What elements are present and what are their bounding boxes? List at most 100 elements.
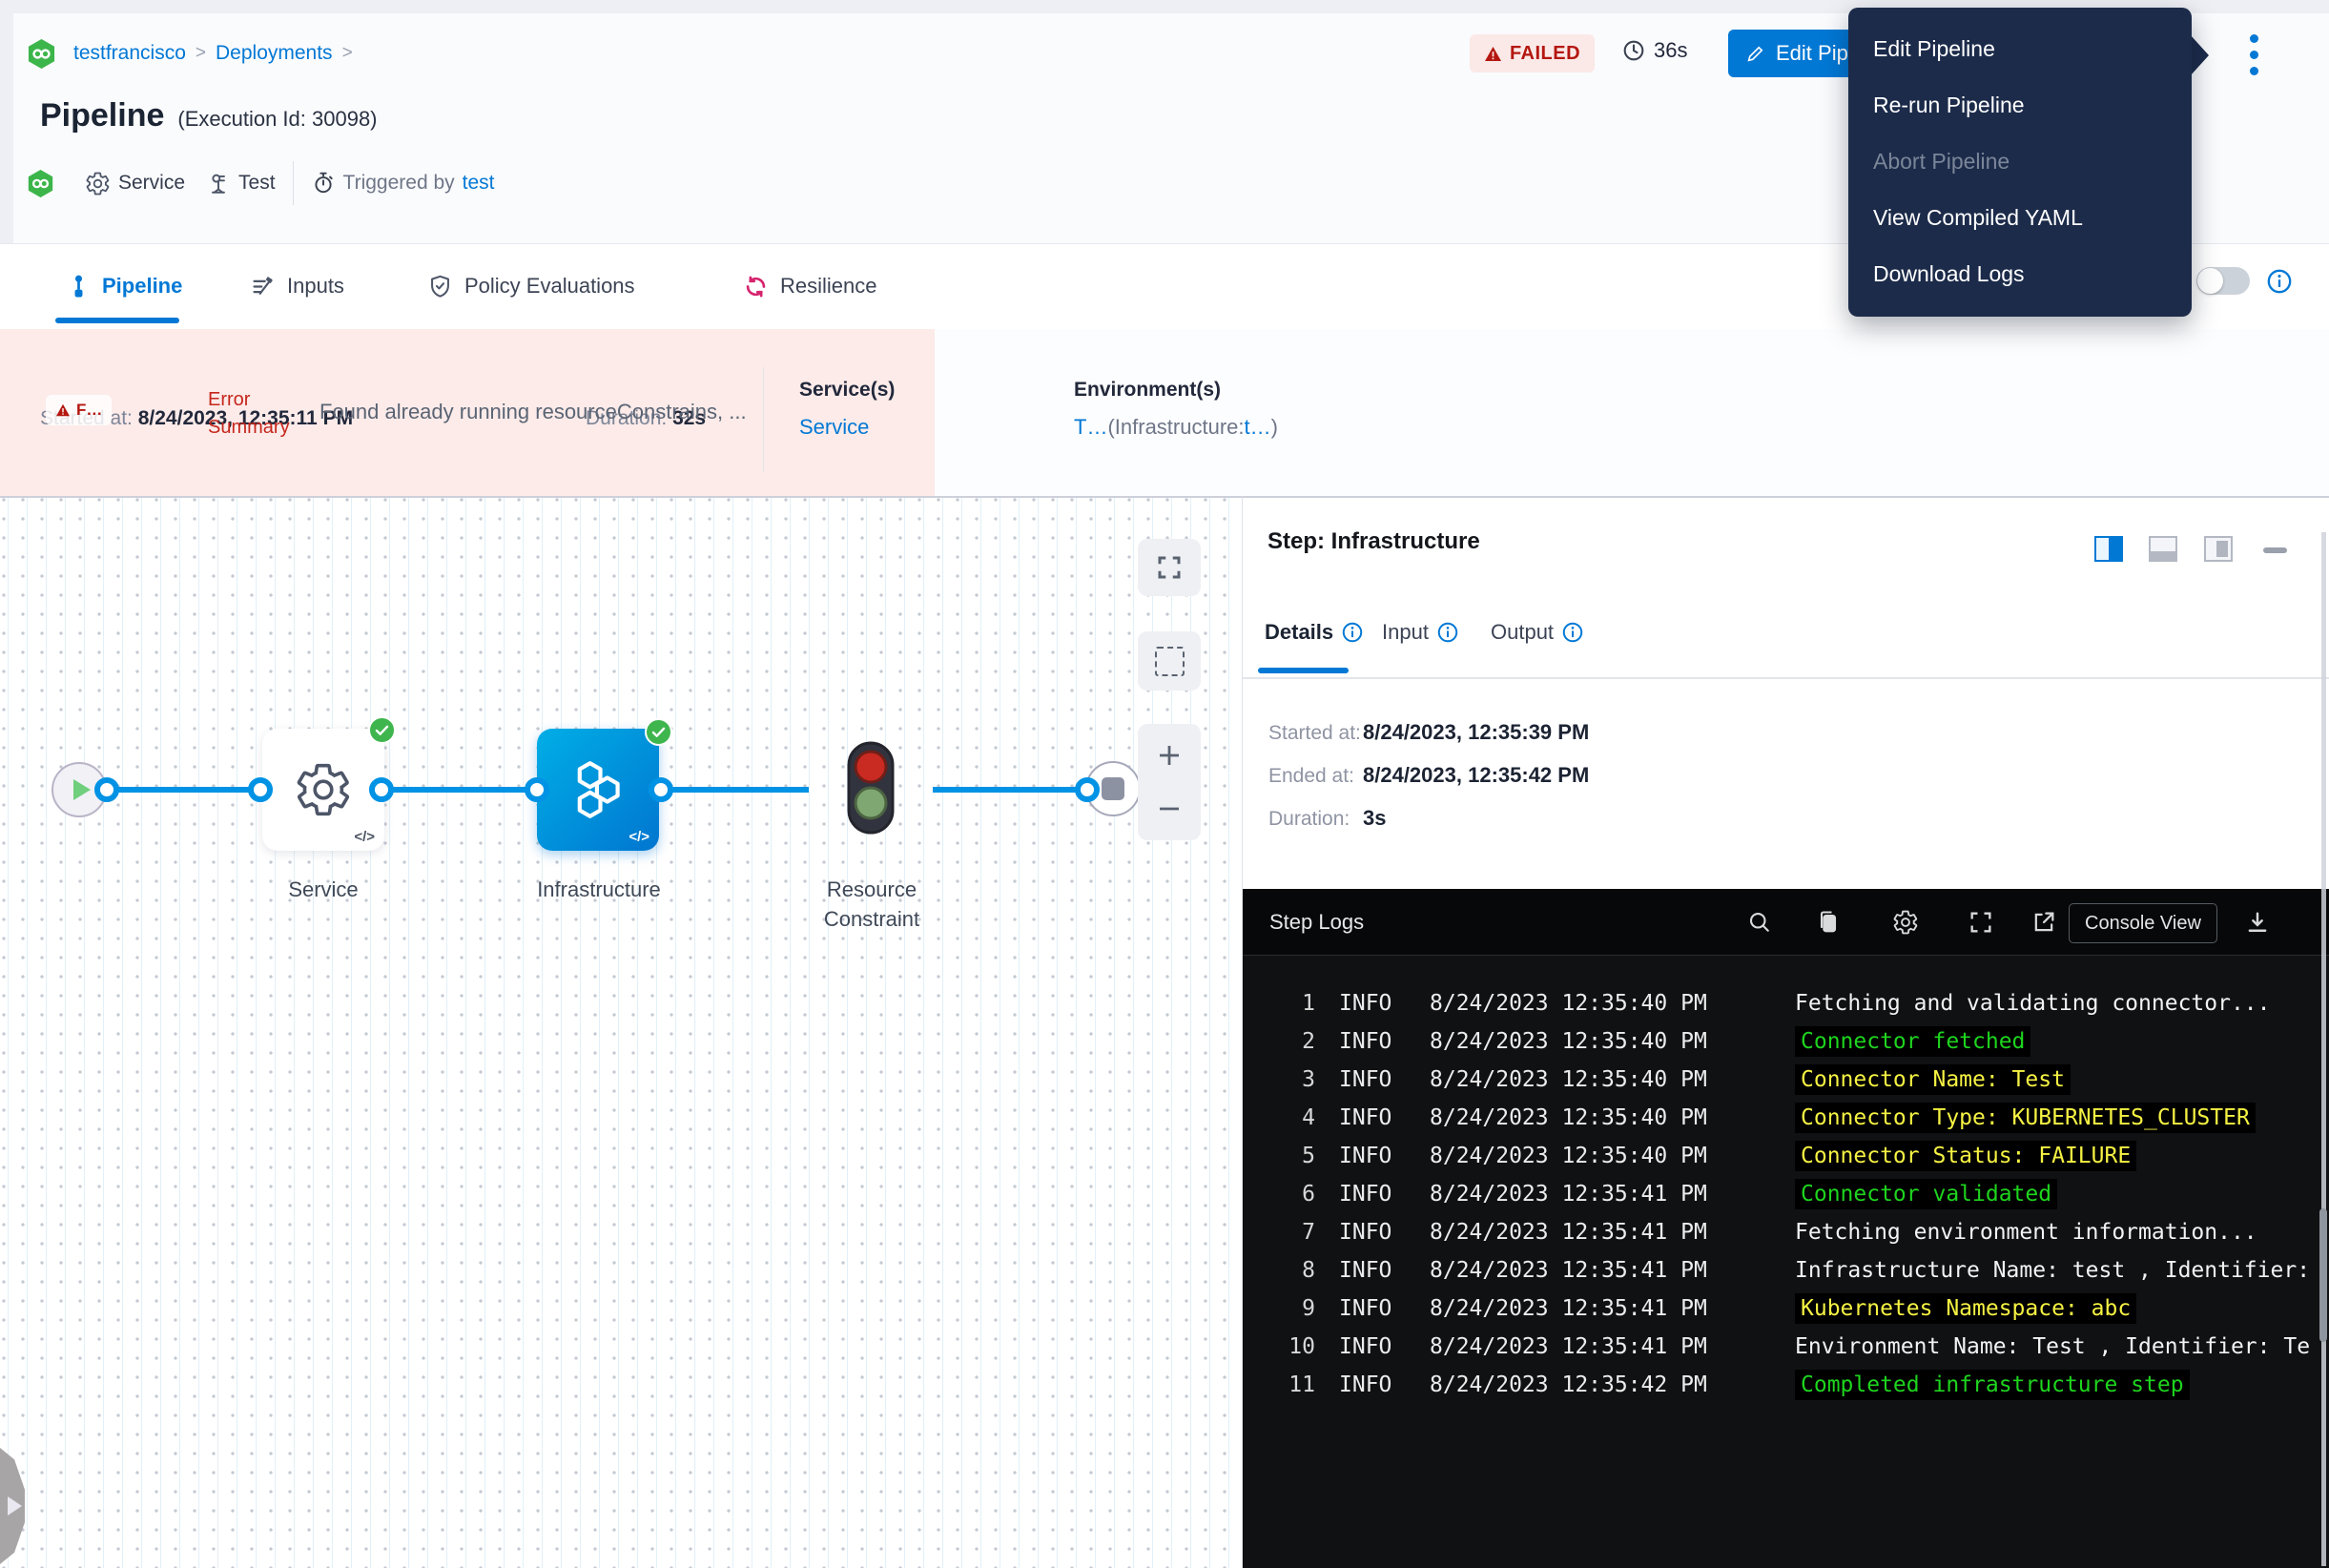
layout-bottom-panel-button[interactable] [2149, 536, 2177, 562]
pipeline-canvas[interactable]: </> </> Service [0, 496, 1242, 1568]
test-name: Test [238, 172, 276, 195]
gear-icon [294, 760, 353, 819]
resilience-icon [743, 274, 769, 299]
tab-output[interactable]: Output [1491, 620, 1583, 645]
pipeline-actions-menu: Edit Pipeline Re-run Pipeline Abort Pipe… [1848, 8, 2192, 317]
multi-select-button[interactable] [1138, 631, 1201, 691]
tab-label: Pipeline [102, 274, 182, 299]
layout-right-panel-button[interactable] [2094, 536, 2123, 562]
tab-inputs[interactable]: Inputs [250, 244, 344, 328]
triggered-by-user-link[interactable]: test [463, 172, 495, 195]
error-status-chip: F… [46, 395, 112, 425]
traffic-light-icon [847, 741, 895, 835]
node-service[interactable]: </> [262, 729, 384, 851]
zoom-controls[interactable] [1138, 724, 1201, 840]
code-badge: </> [354, 829, 375, 845]
harness-logo-icon [27, 38, 56, 70]
services-label: Service(s) [799, 379, 895, 402]
fit-to-screen-button[interactable] [1138, 539, 1201, 596]
breadcrumb-deployments-link[interactable]: Deployments [216, 42, 333, 65]
info-icon[interactable] [1562, 622, 1583, 643]
elapsed-value: 36s [1654, 38, 1687, 63]
layout-floating-panel-button[interactable] [2204, 536, 2233, 562]
panel-scrollbar-thumb[interactable] [2319, 1208, 2327, 1342]
log-lines: 1INFO8/24/2023 12:35:40 PMFetching and v… [1243, 984, 2329, 1404]
environment-link[interactable]: T… [1074, 415, 1107, 439]
service-name: Service [118, 172, 185, 195]
tab-label: Output [1491, 620, 1554, 645]
step-logs-title: Step Logs [1269, 910, 1364, 935]
breadcrumb: testfrancisco > Deployments > [27, 38, 353, 69]
connector-port [525, 777, 549, 802]
step-logs-console[interactable]: 1INFO8/24/2023 12:35:40 PMFetching and v… [1243, 956, 2329, 1568]
fullscreen-icon [1155, 553, 1184, 582]
detail-ended-value: 8/24/2023, 12:35:42 PM [1363, 763, 1589, 788]
connector-port [1075, 777, 1100, 802]
gear-icon[interactable] [1892, 909, 1919, 936]
tab-details[interactable]: Details [1265, 620, 1363, 645]
panel-scrollbar-track[interactable] [2321, 532, 2326, 1566]
step-logs-header: Step Logs Console View [1243, 889, 2329, 956]
pipeline-icon [67, 274, 91, 299]
menu-item-view-compiled-yaml[interactable]: View Compiled YAML [1848, 190, 2192, 246]
active-tab-underline [1258, 668, 1349, 673]
debug-toggle[interactable] [2196, 267, 2250, 295]
tab-policy-evaluations[interactable]: Policy Evaluations [427, 244, 635, 328]
zoom-out-icon[interactable] [1155, 794, 1184, 823]
environment-paren: ) [1271, 415, 1278, 439]
minimize-panel-button[interactable] [2263, 547, 2287, 553]
gear-icon [85, 171, 111, 196]
error-summary-message: Found already running resourceConstrains… [319, 400, 930, 424]
elapsed-time: 36s [1621, 38, 1687, 63]
open-in-new-icon[interactable] [2030, 909, 2057, 936]
pipeline-execution-page: testfrancisco > Deployments > Pipeline (… [0, 0, 2329, 1568]
detail-duration-value: 3s [1363, 806, 1386, 831]
inputs-icon [250, 274, 276, 299]
info-icon[interactable] [1342, 622, 1363, 643]
copy-icon[interactable] [1815, 909, 1842, 936]
node-label-infrastructure: Infrastructure [504, 875, 694, 904]
infrastructure-link[interactable]: t… [1245, 415, 1271, 439]
success-check-icon [645, 718, 672, 746]
node-resource-constraint[interactable] [847, 741, 895, 835]
zoom-in-icon[interactable] [1155, 741, 1184, 770]
log-line: 11INFO8/24/2023 12:35:42 PMCompleted inf… [1243, 1366, 2329, 1404]
page-title: Pipeline [40, 97, 164, 134]
tab-pipeline[interactable]: Pipeline [67, 244, 182, 328]
detail-started-value: 8/24/2023, 12:35:39 PM [1363, 720, 1589, 745]
detail-duration-label: Duration: [1268, 808, 1350, 831]
log-line: 3INFO8/24/2023 12:35:40 PMConnector Name… [1243, 1061, 2329, 1099]
breadcrumb-separator: > [196, 43, 206, 64]
tab-label: Inputs [287, 274, 344, 299]
active-tab-underline [55, 318, 179, 323]
tab-label: Resilience [780, 274, 877, 299]
console-view-button[interactable]: Console View [2069, 903, 2217, 943]
tab-resilience[interactable]: Resilience [743, 244, 877, 328]
menu-item-edit-pipeline[interactable]: Edit Pipeline [1848, 21, 2192, 77]
environment-value[interactable]: T…(Infrastructure:t…) [1074, 415, 1278, 440]
info-icon[interactable] [1437, 622, 1458, 643]
log-line: 2INFO8/24/2023 12:35:40 PMConnector fetc… [1243, 1022, 2329, 1061]
log-line: 1INFO8/24/2023 12:35:40 PMFetching and v… [1243, 984, 2329, 1022]
pencil-icon [1745, 43, 1766, 64]
search-icon[interactable] [1746, 909, 1773, 936]
breadcrumb-project-link[interactable]: testfrancisco [73, 42, 186, 65]
code-badge: </> [629, 829, 649, 845]
download-icon[interactable] [2244, 909, 2271, 936]
hexagons-icon [567, 760, 629, 819]
more-options-icon[interactable] [2239, 31, 2268, 78]
node-infrastructure[interactable]: </> [537, 729, 659, 851]
stopwatch-icon [311, 171, 336, 196]
stage-summary-bar: deploy Started at: 8/24/2023, 12:35:11 P… [0, 329, 2329, 496]
log-line: 8INFO8/24/2023 12:35:41 PMInfrastructure… [1243, 1251, 2329, 1289]
step-panel-title: Step: Infrastructure [1268, 528, 1480, 555]
menu-item-download-logs[interactable]: Download Logs [1848, 246, 2192, 302]
node-label-resource-constraint: Resource Constraint [795, 875, 948, 934]
info-icon[interactable] [2267, 269, 2292, 294]
fullscreen-icon[interactable] [1968, 909, 1994, 936]
detail-started-label: Started at: [1268, 722, 1361, 745]
menu-item-rerun-pipeline[interactable]: Re-run Pipeline [1848, 77, 2192, 134]
error-chip-text: F… [76, 401, 102, 420]
tab-input[interactable]: Input [1382, 620, 1458, 645]
triggered-by-label: Triggered by [343, 172, 455, 195]
